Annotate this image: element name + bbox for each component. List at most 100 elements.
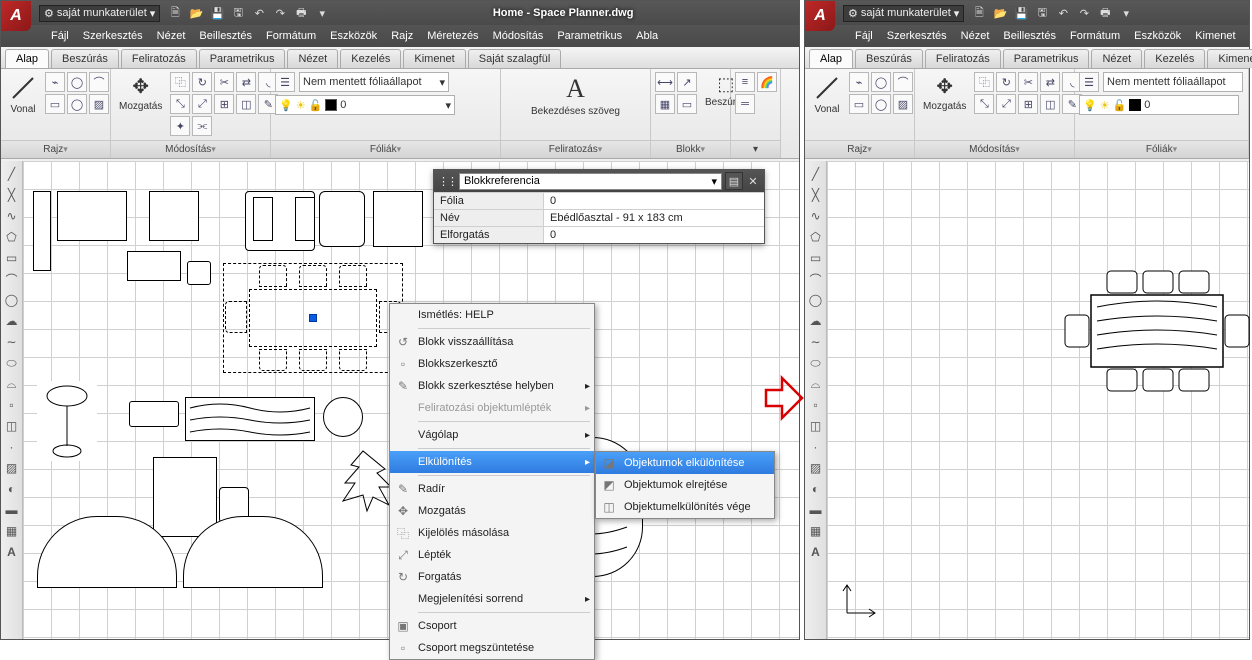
prop-row[interactable]: Fólia0 [434,192,764,209]
insertblk-tool-icon[interactable]: ▫ [807,396,825,414]
revcloud-tool-icon[interactable]: ☁ [3,312,21,330]
tab-annotate[interactable]: Feliratozás [121,49,197,68]
mirror-icon[interactable]: ⇄ [236,72,256,92]
tab-insert[interactable]: Beszúrás [855,49,923,68]
rotate-icon[interactable]: ↻ [192,72,212,92]
wood-slab[interactable] [185,397,315,441]
panel-block-title[interactable]: Blokk [651,140,730,158]
color-icon[interactable]: 🌈 [757,72,777,92]
layer-dropdown[interactable]: 💡 ☀ 🔓 0 ▾ [275,95,455,115]
furniture[interactable] [127,251,181,281]
redo-icon[interactable]: ↷ [1075,4,1093,22]
arc-tool-icon[interactable]: ⌒ [807,270,825,288]
furniture[interactable] [319,191,365,247]
tab-view[interactable]: Nézet [1091,49,1142,68]
point-tool-icon[interactable]: · [807,438,825,456]
ellipse-icon[interactable]: ◯ [871,94,891,114]
makeblk-tool-icon[interactable]: ◫ [3,417,21,435]
ctx-reset-block[interactable]: ↺Blokk visszaállítása [390,331,594,353]
line-button[interactable]: Vonal [5,72,41,117]
furniture[interactable] [149,191,199,241]
scale-icon[interactable]: ⤢ [996,94,1016,114]
tab-annotate[interactable]: Feliratozás [925,49,1001,68]
trim-icon[interactable]: ✂ [214,72,234,92]
circle-icon[interactable]: ◯ [871,72,891,92]
makeblk-tool-icon[interactable]: ◫ [807,417,825,435]
ctx-group[interactable]: ▣Csoport [390,615,594,637]
panel-modify-title[interactable]: Módosítás [111,140,270,158]
circle-icon[interactable]: ◯ [67,72,87,92]
tab-insert[interactable]: Beszúrás [51,49,119,68]
lamp-icon[interactable] [37,381,97,461]
spline-tool-icon[interactable]: ∼ [3,333,21,351]
xline-tool-icon[interactable]: ╳ [807,186,825,204]
furniture[interactable] [57,191,127,241]
prop-val[interactable]: 0 [544,227,764,243]
rect-tool-icon[interactable]: ▭ [807,249,825,267]
menu-view[interactable]: Nézet [961,30,990,42]
panel-draw-title[interactable]: Rajz [805,140,914,158]
ctx-block-editor[interactable]: ▫Blokkszerkesztő [390,353,594,375]
copy-icon[interactable]: ⿻ [974,72,994,92]
point-tool-icon[interactable]: · [3,438,21,456]
ctx-end-isolation[interactable]: ◫Objektumelkülönítés vége [596,496,774,518]
menu-file[interactable]: Fájl [855,30,873,42]
gradient-tool-icon[interactable]: ◐ [3,480,21,498]
app-logo[interactable]: A [1,1,31,31]
menu-tools[interactable]: Eszközök [330,30,377,42]
furniture[interactable] [323,397,363,437]
arc-icon[interactable]: ⌒ [893,72,913,92]
furniture[interactable] [129,401,179,427]
mirror-icon[interactable]: ⇄ [1040,72,1060,92]
menu-dimension[interactable]: Méretezés [427,30,478,42]
menu-file[interactable]: Fájl [51,30,69,42]
tab-parametric[interactable]: Parametrikus [1003,49,1090,68]
rect-icon[interactable]: ▭ [45,94,65,114]
region-tool-icon[interactable]: ▬ [807,501,825,519]
layerstate-dropdown[interactable]: Nem mentett fóliaállapot [1103,72,1243,92]
move-button[interactable]: ✥ Mozgatás [115,72,166,114]
menu-format[interactable]: Formátum [1070,30,1120,42]
spline-tool-icon[interactable]: ∼ [807,333,825,351]
ctx-isolate[interactable]: Elkülönítés▸ [390,451,594,473]
menu-output[interactable]: Kimenet [1195,30,1235,42]
tab-view[interactable]: Nézet [287,49,338,68]
layerprops-icon[interactable]: ☰ [275,72,295,92]
ctx-copy-selection[interactable]: ⿻Kijelölés másolása [390,522,594,544]
open-icon[interactable]: 📂 [187,4,205,22]
options-icon[interactable]: ▤ [725,172,743,190]
redo-icon[interactable]: ↷ [271,4,289,22]
furniture[interactable] [373,191,423,247]
tab-manage[interactable]: Kezelés [340,49,401,68]
scale-icon[interactable]: ⤢ [192,94,212,114]
menu-window[interactable]: Abla [636,30,658,42]
polyline-icon[interactable]: ⌁ [45,72,65,92]
offset-icon[interactable]: ◫ [236,94,256,114]
menu-tools[interactable]: Eszközök [1134,30,1181,42]
prop-row[interactable]: Elforgatás0 [434,226,764,243]
ctx-move[interactable]: ✥Mozgatás [390,500,594,522]
offset-icon[interactable]: ◫ [1040,94,1060,114]
isolated-block[interactable] [1057,261,1252,401]
drawing-area[interactable] [827,161,1249,639]
panel-draw-title[interactable]: Rajz [1,140,110,158]
copy-icon[interactable]: ⿻ [170,72,190,92]
line-button[interactable]: Vonal [809,72,845,117]
ellipse-tool-icon[interactable]: ⬭ [807,354,825,372]
move-button[interactable]: ✥ Mozgatás [919,72,970,114]
ctx-draw-order[interactable]: Megjelenítési sorrend▸ [390,588,594,610]
hatch-icon[interactable]: ▨ [893,94,913,114]
ellipse-icon[interactable]: ◯ [67,94,87,114]
furniture[interactable] [295,197,315,241]
join-icon[interactable]: ⫘ [192,116,212,136]
ctx-erase[interactable]: ✎Radír [390,478,594,500]
workspace-selector[interactable]: ⚙ saját munkaterület ▾ [843,5,964,22]
selection-grip[interactable] [309,314,317,322]
ctx-scale[interactable]: ⤢Lépték [390,544,594,566]
explode-icon[interactable]: ✦ [170,116,190,136]
tab-output[interactable]: Kimenet [403,49,465,68]
ellipsearc-tool-icon[interactable]: ⌓ [807,375,825,393]
open-icon[interactable]: 📂 [991,4,1009,22]
print-icon[interactable]: 🖶 [292,4,310,22]
mtext-tool-icon[interactable]: A [807,543,825,561]
